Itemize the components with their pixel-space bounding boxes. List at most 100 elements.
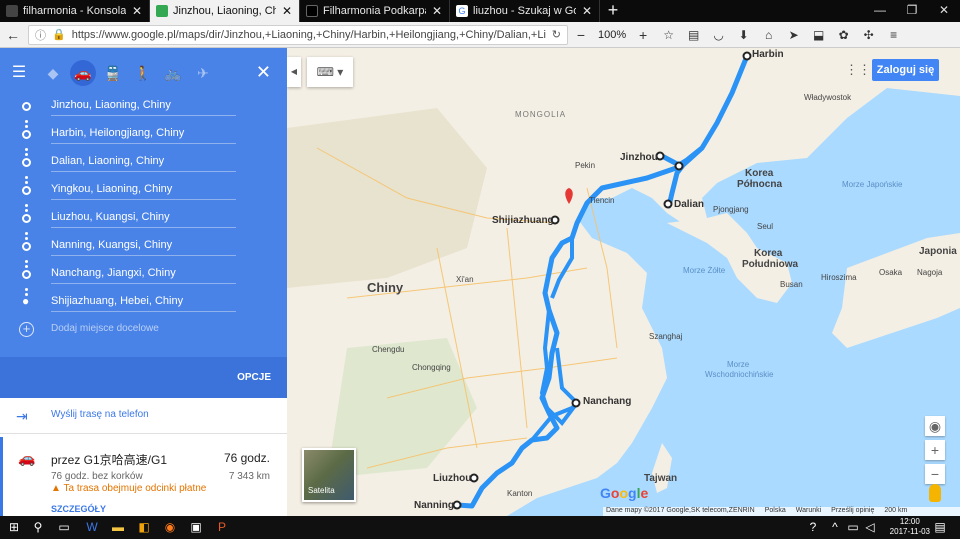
- bicycle-icon[interactable]: 🚲: [158, 60, 188, 86]
- clipboard-icon[interactable]: ▤: [681, 22, 706, 48]
- folder-icon[interactable]: ▬: [110, 519, 126, 535]
- minimize-icon[interactable]: —: [864, 0, 896, 22]
- terms-link[interactable]: Warunki: [796, 507, 821, 516]
- waypoint-input[interactable]: Dalian, Liaoning, Chiny: [51, 150, 236, 172]
- collapse-panel-button[interactable]: ◀: [287, 57, 301, 87]
- waypoint-input[interactable]: Nanning, Kuangsi, Chiny: [51, 234, 236, 256]
- powerpoint-icon[interactable]: P: [214, 519, 230, 535]
- transit-icon[interactable]: 🚆: [98, 60, 128, 86]
- zoom-in-button[interactable]: +: [925, 440, 945, 460]
- add-icon[interactable]: +: [19, 322, 34, 337]
- options-button[interactable]: OPCJE: [237, 372, 271, 383]
- waypoint-row[interactable]: Jinzhou, Liaoning, Chiny: [0, 94, 287, 122]
- close-directions-icon[interactable]: ✕: [256, 60, 271, 84]
- add-destination-row[interactable]: Dodaj miejsce docelowe: [0, 318, 287, 346]
- browser-toolbar: ← ⓘ 🔒 https://www.google.pl/maps/dir/Jin…: [0, 22, 960, 48]
- close-window-icon[interactable]: ✕: [928, 0, 960, 22]
- waypoint-row[interactable]: Nanning, Kuangsi, Chiny: [0, 234, 287, 262]
- keyboard-button[interactable]: ⌨ ▾: [307, 57, 353, 87]
- close-tab-icon[interactable]: ✕: [431, 4, 443, 18]
- puzzle-icon[interactable]: ✣: [856, 22, 881, 48]
- waypoint-row[interactable]: Nanchang, Jiangxi, Chiny: [0, 262, 287, 290]
- tray-arrow-icon[interactable]: ^: [827, 519, 843, 535]
- zoom-in-icon[interactable]: +: [630, 22, 656, 48]
- notifications-icon[interactable]: ▤: [932, 519, 948, 535]
- pegman-icon[interactable]: [929, 484, 941, 502]
- country-label: Japonia: [919, 246, 957, 257]
- task-view-icon[interactable]: ▭: [56, 519, 72, 535]
- city-label: Kanton: [507, 489, 533, 498]
- download-icon[interactable]: ⬇: [731, 22, 756, 48]
- volume-icon[interactable]: ◁: [862, 519, 878, 535]
- warning-icon: ▲: [51, 483, 64, 494]
- browser-tab-active[interactable]: Jinzhou, Liaoning, Chiny do ✕: [150, 0, 300, 22]
- hamburger-menu-icon[interactable]: ☰: [0, 60, 38, 86]
- country-label: Chiny: [367, 280, 404, 295]
- waypoint-row[interactable]: Yingkou, Liaoning, Chiny: [0, 178, 287, 206]
- tab-title: Jinzhou, Liaoning, Chiny do: [173, 5, 276, 17]
- reload-icon[interactable]: ↻: [552, 28, 561, 41]
- app-icon[interactable]: ◧: [136, 519, 152, 535]
- plane-icon[interactable]: ✈: [188, 60, 218, 86]
- satellite-label: Satelita: [308, 486, 335, 495]
- extension-icon[interactable]: ✿: [831, 22, 856, 48]
- browser-tab[interactable]: G liuzhou - Szukaj w Google ✕: [450, 0, 600, 22]
- windows-start-icon[interactable]: ⊞: [6, 519, 22, 535]
- zoom-out-icon[interactable]: −: [568, 22, 594, 48]
- zoom-out-button[interactable]: −: [925, 464, 945, 484]
- close-tab-icon[interactable]: ✕: [131, 4, 143, 18]
- waypoint-input[interactable]: Harbin, Heilongjiang, Chiny: [51, 122, 236, 144]
- menu-icon[interactable]: ≡: [881, 22, 906, 48]
- my-location-icon[interactable]: ◉: [925, 416, 945, 436]
- close-tab-icon[interactable]: ✕: [281, 4, 293, 18]
- country-link[interactable]: Polska: [765, 507, 786, 516]
- close-tab-icon[interactable]: ✕: [581, 4, 593, 18]
- system-clock[interactable]: 12:00 2017-11-03: [890, 517, 930, 537]
- feedback-link[interactable]: Prześlij opinię: [831, 507, 874, 516]
- map-canvas[interactable]: Harbin Jinzhou Dalian Shijiazhuang Nanch…: [287, 48, 960, 516]
- waypoint-row[interactable]: Liuzhou, Kuangsi, Chiny: [0, 206, 287, 234]
- app-icon[interactable]: ▣: [188, 519, 204, 535]
- waypoint-input[interactable]: Shijiazhuang, Hebei, Chiny: [51, 290, 236, 312]
- waypoint-row[interactable]: Harbin, Heilongjiang, Chiny: [0, 122, 287, 150]
- home-icon[interactable]: ⌂: [756, 22, 781, 48]
- details-link[interactable]: SZCZEGÓŁY: [51, 504, 106, 514]
- send-to-phone-row[interactable]: ⇥ Wyślij trasę na telefon: [0, 398, 287, 434]
- add-destination-input[interactable]: Dodaj miejsce docelowe: [51, 318, 236, 340]
- browser-tab[interactable]: Filharmonia Podkarpacka ✕: [300, 0, 450, 22]
- walking-icon[interactable]: 🚶: [128, 60, 158, 86]
- pocket-icon[interactable]: ◡: [706, 22, 731, 48]
- route-option[interactable]: 🚗 przez G1京哈高速/G1 76 godz. 76 godz. bez …: [0, 437, 287, 516]
- firefox-icon[interactable]: ◉: [162, 519, 178, 535]
- satellite-toggle[interactable]: Satelita: [302, 448, 356, 502]
- city-label: Busan: [780, 280, 803, 289]
- info-icon[interactable]: ⓘ: [35, 27, 46, 43]
- city-label: Xi'an: [456, 275, 474, 284]
- send-icon[interactable]: ➤: [781, 22, 806, 48]
- waypoint-input[interactable]: Nanchang, Jiangxi, Chiny: [51, 262, 236, 284]
- destination-pin-icon: ●: [22, 294, 30, 308]
- back-icon[interactable]: ←: [0, 22, 26, 48]
- save-icon[interactable]: ⬓: [806, 22, 831, 48]
- waypoint-input[interactable]: Liuzhou, Kuangsi, Chiny: [51, 206, 236, 228]
- waypoint-circle-icon: [22, 102, 31, 111]
- address-bar[interactable]: ⓘ 🔒 https://www.google.pl/maps/dir/Jinzh…: [28, 24, 568, 45]
- waypoint-row[interactable]: ● Shijiazhuang, Hebei, Chiny: [0, 290, 287, 318]
- restore-icon[interactable]: ❐: [896, 0, 928, 22]
- login-button[interactable]: Zaloguj się: [872, 59, 939, 81]
- apps-grid-icon[interactable]: ⋮⋮⋮: [845, 63, 884, 77]
- best-route-icon[interactable]: ◆: [38, 60, 68, 86]
- car-icon[interactable]: 🚗: [70, 60, 96, 86]
- new-tab-button[interactable]: +: [600, 0, 626, 22]
- waypoint-input[interactable]: Jinzhou, Liaoning, Chiny: [51, 94, 236, 116]
- search-icon[interactable]: ⚲: [30, 519, 46, 535]
- help-icon[interactable]: ?: [805, 519, 821, 535]
- waypoint-row[interactable]: Dalian, Liaoning, Chiny: [0, 150, 287, 178]
- network-icon[interactable]: ▭: [845, 519, 861, 535]
- browser-tab[interactable]: filharmonia - Konsola admin ✕: [0, 0, 150, 22]
- word-icon[interactable]: W: [84, 519, 100, 535]
- bookmark-star-icon[interactable]: ☆: [656, 22, 681, 48]
- travel-mode-bar: ☰ ◆ 🚗 🚆 🚶 🚲 ✈: [0, 60, 287, 86]
- waypoint-input[interactable]: Yingkou, Liaoning, Chiny: [51, 178, 236, 200]
- send-to-phone-link[interactable]: Wyślij trasę na telefon: [51, 409, 149, 420]
